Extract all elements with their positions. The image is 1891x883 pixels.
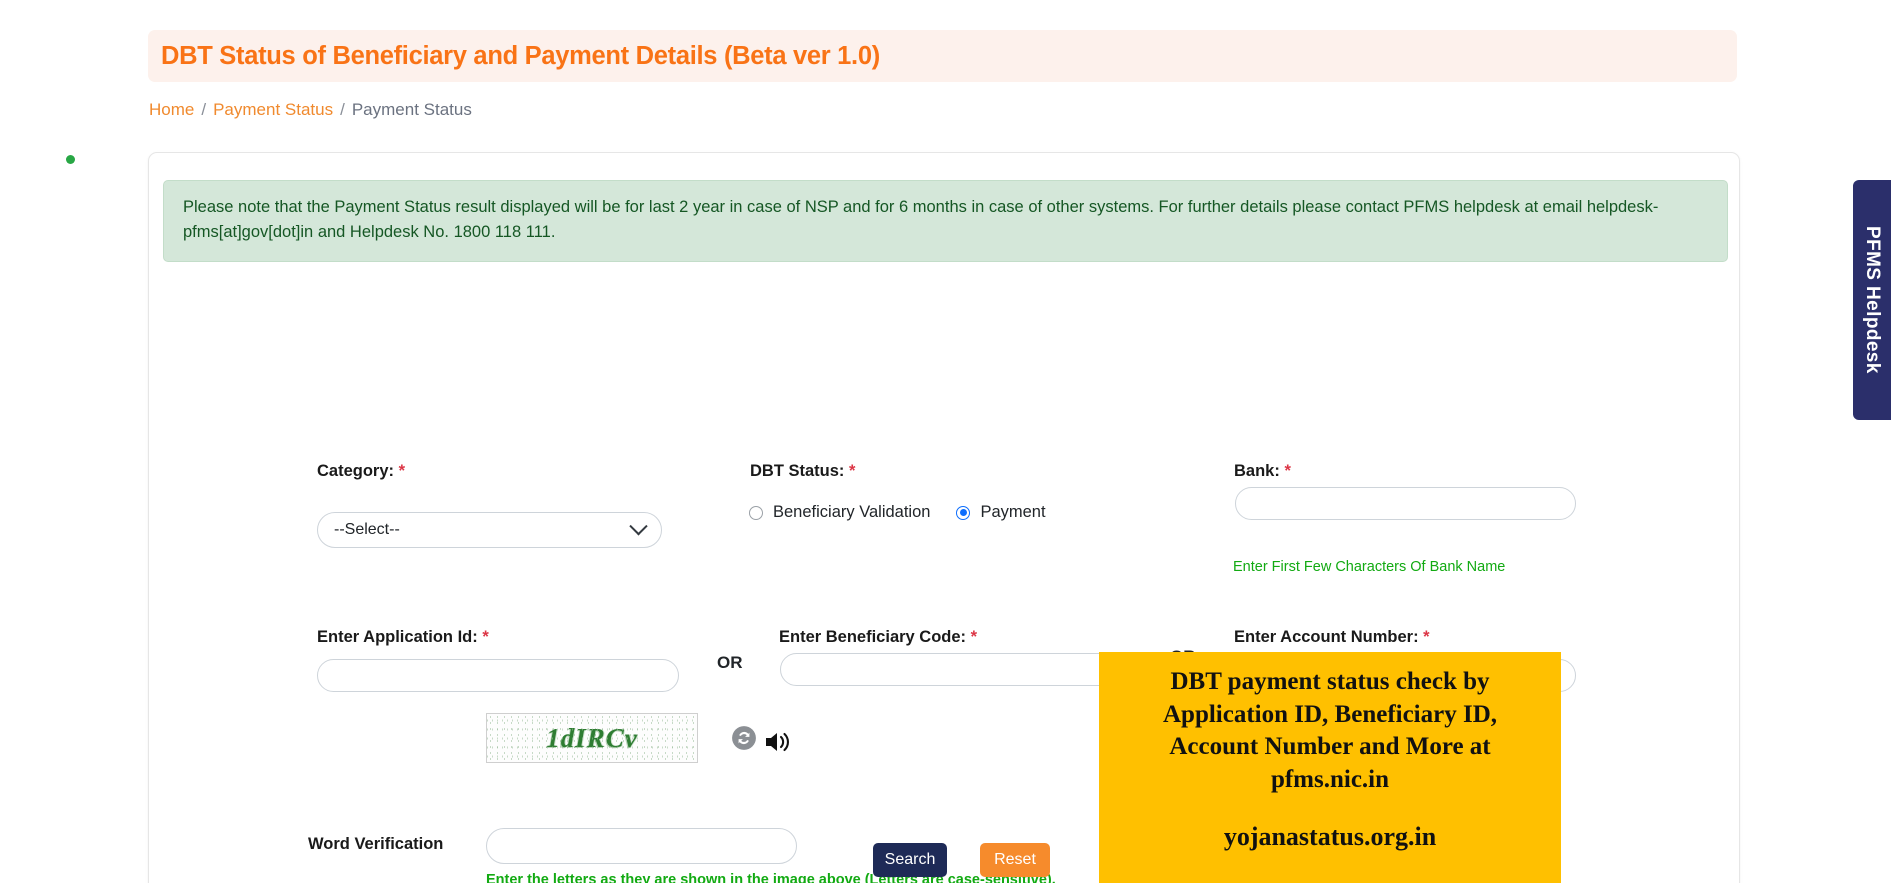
radio-payment[interactable]	[956, 505, 971, 520]
captcha-image: 1dIRCv	[486, 713, 698, 763]
application-id-input[interactable]	[317, 659, 679, 692]
application-id-required-marker: *	[482, 628, 489, 646]
or-separator-1: OR	[717, 653, 743, 672]
page-root: DBT Status of Beneficiary and Payment De…	[0, 0, 1891, 883]
promo-banner: DBT payment status check by Application …	[1099, 652, 1561, 883]
word-verification-input[interactable]	[486, 828, 797, 864]
bank-hint: Enter First Few Characters Of Bank Name	[1233, 559, 1506, 575]
speaker-icon[interactable]	[763, 727, 793, 757]
payment-status-form: Category: * --Select-- DBT Status: * Ben…	[149, 153, 1739, 883]
breadcrumb-item-current: Payment Status	[351, 100, 472, 119]
word-verification-hint: Enter the letters as they are shown in t…	[486, 872, 1056, 883]
breadcrumb: Home / Payment Status / Payment Status	[149, 100, 472, 120]
beneficiary-code-required-marker: *	[970, 628, 978, 646]
radio-beneficiary-validation-label[interactable]: Beneficiary Validation	[773, 503, 930, 522]
promo-banner-line-1: DBT payment status check by	[1170, 668, 1490, 695]
dbt-status-required-marker: *	[849, 462, 856, 480]
account-number-label-text: Enter Account Number:	[1234, 628, 1419, 646]
application-id-label: Enter Application Id: *	[317, 628, 489, 647]
breadcrumb-item-home[interactable]: Home	[149, 100, 194, 120]
bank-label-text: Bank:	[1234, 462, 1280, 480]
application-id-label-text: Enter Application Id:	[317, 628, 478, 646]
radio-beneficiary-validation[interactable]	[749, 505, 763, 520]
pfms-helpdesk-tab[interactable]: PFMS Helpdesk	[1853, 180, 1891, 420]
promo-banner-line-3: Account Number and More at	[1169, 733, 1491, 760]
category-select-value: --Select--	[334, 521, 400, 538]
breadcrumb-separator-1: /	[201, 100, 207, 119]
breadcrumb-item-payment-status[interactable]: Payment Status	[213, 100, 333, 120]
page-title: DBT Status of Beneficiary and Payment De…	[161, 41, 880, 70]
captcha-image-text: 1dIRCv	[546, 722, 638, 753]
account-number-label: Enter Account Number: *	[1234, 628, 1430, 647]
search-button[interactable]: Search	[873, 843, 947, 877]
status-dot-marker	[66, 155, 75, 164]
dbt-status-label-text: DBT Status:	[750, 462, 845, 480]
page-header-banner: DBT Status of Beneficiary and Payment De…	[148, 30, 1737, 82]
radio-payment-label[interactable]: Payment	[980, 503, 1045, 522]
promo-banner-line-2: Application ID, Beneficiary ID,	[1162, 700, 1498, 728]
account-number-required-marker: *	[1423, 628, 1430, 646]
promo-banner-site: yojanastatus.org.in	[1223, 822, 1437, 851]
category-label-text: Category:	[317, 462, 395, 480]
pfms-helpdesk-tab-label: PFMS Helpdesk	[1862, 226, 1883, 374]
promo-banner-line-4: pfms.nic.in	[1270, 765, 1390, 793]
dbt-status-radio-group: Beneficiary Validation Payment	[749, 503, 1062, 522]
reset-button[interactable]: Reset	[980, 843, 1050, 877]
beneficiary-code-label: Enter Beneficiary Code: *	[779, 628, 977, 647]
beneficiary-code-input[interactable]	[780, 653, 1137, 686]
breadcrumb-separator-2: /	[340, 100, 345, 119]
word-verification-label: Word Verification	[308, 835, 444, 853]
category-select[interactable]: --Select--	[317, 512, 662, 548]
category-required-marker: *	[398, 462, 406, 480]
dbt-status-label: DBT Status: *	[750, 462, 855, 481]
bank-required-marker: *	[1284, 462, 1291, 480]
bank-input[interactable]	[1235, 487, 1576, 520]
category-label: Category: *	[317, 462, 405, 481]
chevron-down-icon	[629, 516, 648, 535]
refresh-icon[interactable]	[731, 725, 757, 751]
beneficiary-code-label-text: Enter Beneficiary Code:	[779, 628, 967, 646]
bank-label: Bank: *	[1234, 462, 1291, 481]
payment-status-card: Please note that the Payment Status resu…	[148, 152, 1740, 883]
